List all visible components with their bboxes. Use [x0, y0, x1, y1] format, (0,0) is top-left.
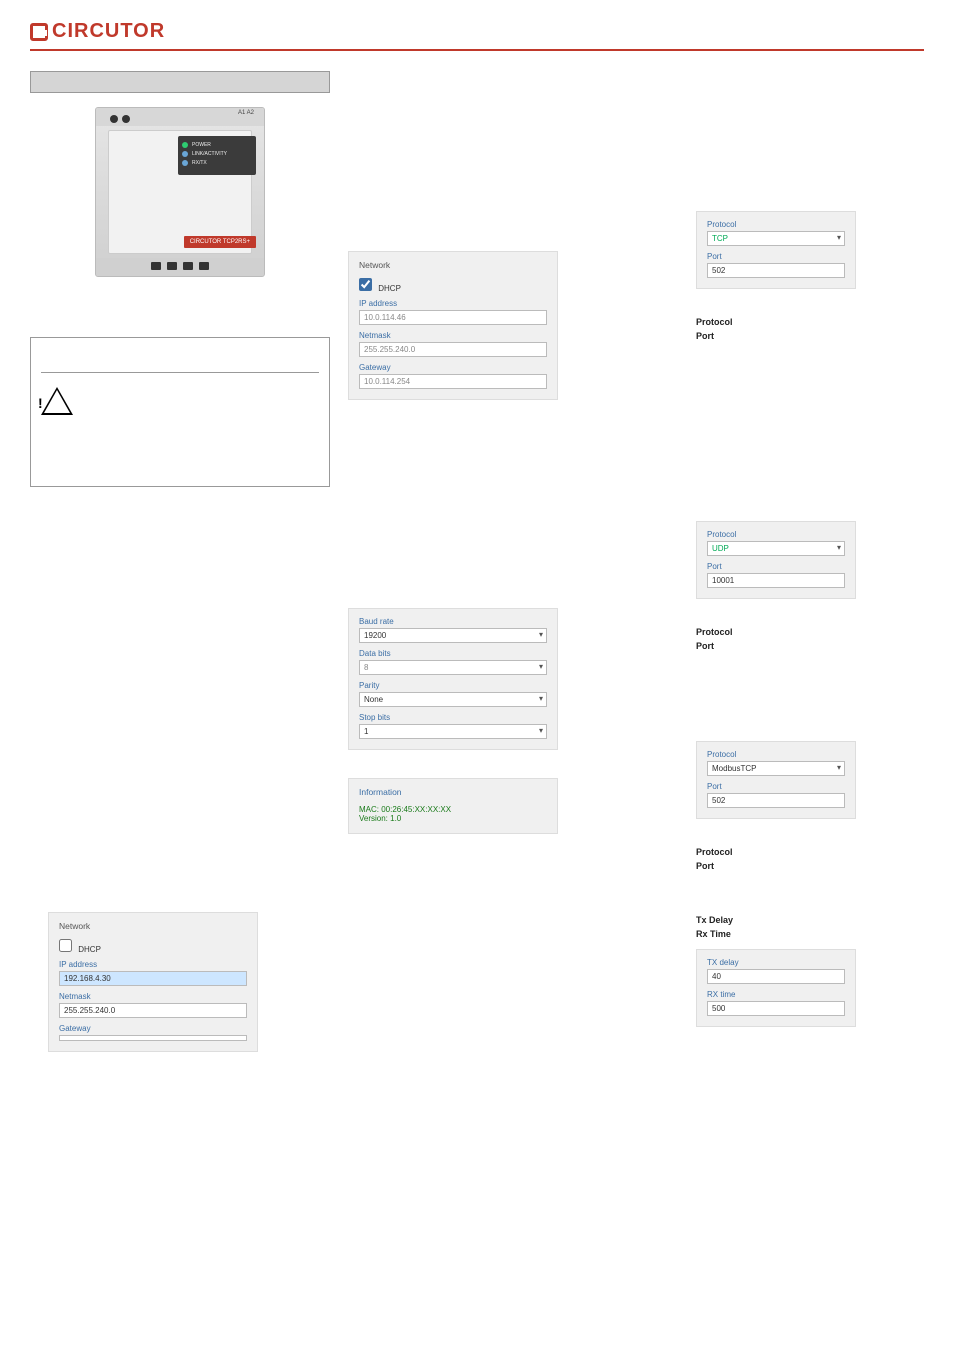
rxtime-bold-label: Rx Time — [696, 929, 954, 939]
port-bold-label: Port — [696, 331, 954, 341]
baud-select[interactable]: 19200 — [359, 628, 547, 643]
warning-box: ! — [30, 337, 330, 487]
port-field[interactable]: 10001 — [707, 573, 845, 588]
device-led-panel: POWER LINK/ACTIVITY RX/TX — [178, 136, 256, 175]
protocol-label: Protocol — [707, 220, 845, 229]
dhcp-checkbox[interactable] — [359, 278, 372, 291]
led-power-label: POWER — [192, 142, 211, 148]
port-label: Port — [707, 782, 845, 791]
section-title-box — [30, 71, 330, 93]
led-rxtx-dot — [182, 160, 188, 166]
device-brand-strip: CIRCUTOR TCP2RS+ — [184, 236, 256, 248]
ip-field[interactable]: 10.0.114.46 — [359, 310, 547, 325]
device-bottom-row — [96, 258, 264, 276]
protocol-select[interactable]: ModbusTCP — [707, 761, 845, 776]
rxtime-field[interactable]: 500 — [707, 1001, 845, 1016]
netmask-field[interactable]: 255.255.240.0 — [59, 1003, 247, 1018]
mac-line: MAC: 00:26:45:XX:XX:XX — [359, 805, 547, 814]
netmask-label: Netmask — [359, 331, 547, 340]
port-label: Port — [707, 562, 845, 571]
dhcp-checkbox-row[interactable]: DHCP — [359, 284, 401, 293]
modbus-section: Protocol ModbusTCP Port 502 Protocol Por… — [696, 741, 954, 871]
warning-exclamation-icon: ! — [38, 395, 43, 411]
protocol-label: Protocol — [707, 750, 845, 759]
dhcp-checkbox[interactable] — [59, 939, 72, 952]
logo-text: CIRCUTOR — [52, 20, 165, 43]
dhcp-checkbox-row[interactable]: DHCP — [59, 945, 101, 954]
port-bold-label: Port — [696, 641, 954, 651]
protocol-bold-label: Protocol — [696, 847, 954, 857]
protocol-panel-modbus: Protocol ModbusTCP Port 502 — [696, 741, 856, 819]
device-top-row: A1 A2 — [96, 108, 264, 126]
column-right: Protocol TCP Port 502 Protocol Port Prot… — [666, 71, 954, 1080]
txdelay-field[interactable]: 40 — [707, 969, 845, 984]
network-panel-dhcp: Network DHCP IP address 10.0.114.46 Netm… — [348, 251, 558, 400]
protocol-select[interactable]: TCP — [707, 231, 845, 246]
panel-title: Network — [359, 260, 547, 270]
dhcp-label: DHCP — [78, 945, 101, 954]
port-field[interactable]: 502 — [707, 263, 845, 278]
txdelay-bold-label: Tx Delay — [696, 915, 954, 925]
column-middle: Network DHCP IP address 10.0.114.46 Netm… — [348, 71, 648, 1080]
gateway-field[interactable]: 10.0.114.254 — [359, 374, 547, 389]
port-bold-label: Port — [696, 861, 954, 871]
txdelay-label: TX delay — [707, 958, 845, 967]
protocol-panel-tcp: Protocol TCP Port 502 — [696, 211, 856, 289]
port-icon — [167, 262, 177, 270]
ip-label: IP address — [359, 299, 547, 308]
timing-panel: TX delay 40 RX time 500 — [696, 949, 856, 1027]
protocol-label: Protocol — [707, 530, 845, 539]
protocol-select[interactable]: UDP — [707, 541, 845, 556]
panel-title: Information — [359, 787, 547, 797]
protocol-bold-label: Protocol — [696, 627, 954, 637]
parity-label: Parity — [359, 681, 547, 690]
device-illustration: A1 A2 POWER LINK/ACTIVITY RX/TX CIRCUTOR… — [95, 107, 265, 277]
logo-mark — [30, 23, 48, 41]
port-label: Port — [707, 252, 845, 261]
netmask-field[interactable]: 255.255.240.0 — [359, 342, 547, 357]
gateway-label: Gateway — [359, 363, 547, 372]
port-icon — [183, 262, 193, 270]
ip-field[interactable]: 192.168.4.30 — [59, 971, 247, 986]
network-panel-manual: Network DHCP IP address 192.168.4.30 Net… — [48, 912, 258, 1052]
gateway-field[interactable] — [59, 1035, 247, 1041]
protocol-panel-udp: Protocol UDP Port 10001 — [696, 521, 856, 599]
port-field[interactable]: 502 — [707, 793, 845, 808]
version-line: Version: 1.0 — [359, 814, 547, 823]
netmask-label: Netmask — [59, 992, 247, 1001]
panel-title: Network — [59, 921, 247, 931]
warning-triangle-icon — [41, 387, 73, 415]
header: CIRCUTOR — [30, 20, 924, 51]
stopbits-label: Stop bits — [359, 713, 547, 722]
led-link-dot — [182, 151, 188, 157]
protocol-bold-label: Protocol — [696, 317, 954, 327]
stopbits-select[interactable]: 1 — [359, 724, 547, 739]
warning-inner: ! — [41, 372, 319, 462]
led-link-label: LINK/ACTIVITY — [192, 151, 227, 157]
rxtime-label: RX time — [707, 990, 845, 999]
gateway-label: Gateway — [59, 1024, 247, 1033]
led-power-dot — [182, 142, 188, 148]
port-icon — [151, 262, 161, 270]
serial-settings-panel: Baud rate 19200 Data bits 8 Parity None … — [348, 608, 558, 750]
dhcp-label: DHCP — [378, 284, 401, 293]
port-icon — [199, 262, 209, 270]
databits-select[interactable]: 8 — [359, 660, 547, 675]
led-rxtx-label: RX/TX — [192, 160, 207, 166]
ip-label: IP address — [59, 960, 247, 969]
tcp-section: Protocol TCP Port 502 Protocol Port — [696, 211, 954, 341]
databits-label: Data bits — [359, 649, 547, 658]
udp-section: Protocol UDP Port 10001 Protocol Port — [696, 521, 954, 651]
information-panel: Information MAC: 00:26:45:XX:XX:XX Versi… — [348, 778, 558, 834]
timing-section: Tx Delay Rx Time TX delay 40 RX time 500 — [696, 911, 954, 1055]
baud-label: Baud rate — [359, 617, 547, 626]
parity-select[interactable]: None — [359, 692, 547, 707]
